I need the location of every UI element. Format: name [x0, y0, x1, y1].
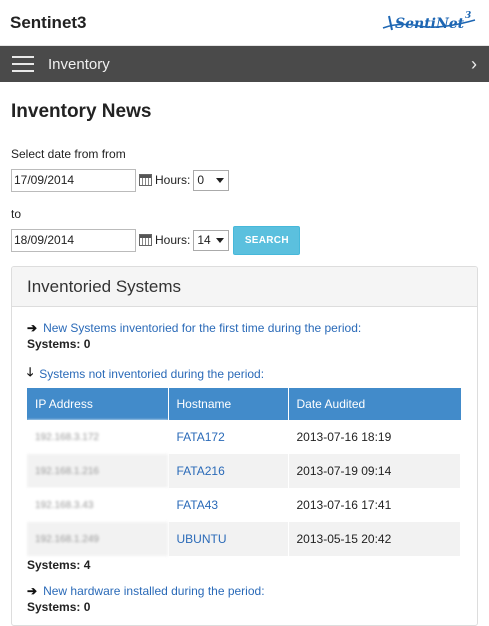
table-header-row: IP Address Hostname Date Audited	[27, 388, 461, 420]
hostname-link[interactable]: FATA172	[168, 420, 289, 454]
hostname-link[interactable]: UBUNTU	[168, 522, 289, 556]
page-title: Inventory News	[11, 101, 152, 122]
main-content: Inventory News Select date from from Hou…	[0, 101, 489, 626]
date-cell: 2013-07-16 18:19	[288, 420, 461, 454]
hostname-link[interactable]: FATA216	[168, 454, 289, 488]
not-inventoried-link[interactable]: 🡓 Systems not inventoried during the per…	[27, 363, 462, 384]
systems-table: IP Address Hostname Date Audited 192.168…	[27, 388, 461, 556]
new-systems-count: Systems: 0	[27, 337, 91, 351]
to-label: to	[11, 207, 22, 221]
new-hardware-link-text: New hardware installed during the period…	[43, 584, 265, 598]
date-cell: 2013-05-15 20:42	[288, 522, 461, 556]
arrow-down-icon: 🡓	[27, 365, 34, 379]
ip-cell: 192.168.1.216	[27, 454, 169, 488]
from-date-input[interactable]	[11, 168, 136, 192]
svg-text:SentiNet: SentiNet	[395, 16, 465, 32]
nav-bar: Inventory ›	[0, 46, 489, 82]
ip-cell: 192.168.3.172	[27, 420, 169, 454]
to-date-input[interactable]	[11, 228, 136, 252]
ip-cell: 192.168.3.43	[27, 488, 169, 522]
search-button[interactable]: SEARCH	[233, 225, 301, 255]
to-hours-select[interactable]: 14	[193, 229, 230, 251]
not-inventoried-link-text: Systems not inventoried during the perio…	[39, 366, 265, 381]
table-row: 192.168.1.216 FATA216 2013-07-19 09:14	[27, 454, 461, 488]
chevron-right-icon[interactable]: ›	[471, 54, 477, 75]
to-hours-value: 14	[197, 233, 211, 247]
hostname-link[interactable]: FATA43	[168, 488, 289, 522]
table-row: 192.168.3.43 FATA43 2013-07-16 17:41	[27, 488, 461, 522]
to-row: Hours: 14 SEARCH	[11, 225, 478, 255]
from-hours-label: Hours:	[155, 173, 191, 187]
arrow-right-icon: ➔	[27, 584, 38, 598]
top-bar: Sentinet3 SentiNet 3	[0, 0, 489, 46]
new-systems-link[interactable]: ➔ New Systems inventoried for the first …	[27, 321, 462, 335]
app-title: Sentinet3	[10, 12, 87, 32]
panel-title: Inventoried Systems	[12, 267, 477, 307]
sentinet-logo[interactable]: SentiNet 3	[379, 6, 479, 40]
sentinet-logo-graphic: SentiNet 3	[382, 11, 476, 32]
to-hours-label: Hours:	[155, 233, 191, 247]
ip-cell: 192.168.1.249	[27, 522, 169, 556]
dropdown-arrow-icon	[216, 237, 225, 243]
new-systems-link-text: New Systems inventoried for the first ti…	[43, 321, 362, 335]
from-row: Hours: 0	[11, 168, 478, 192]
from-label: Select date from from	[11, 147, 126, 161]
date-cell: 2013-07-19 09:14	[288, 454, 461, 488]
new-hardware-link[interactable]: ➔ New hardware installed during the peri…	[27, 584, 462, 598]
header-ip[interactable]: IP Address	[27, 388, 169, 420]
header-hostname[interactable]: Hostname	[168, 388, 289, 420]
arrow-right-icon: ➔	[27, 321, 38, 335]
header-date-audited[interactable]: Date Audited	[288, 388, 461, 420]
date-cell: 2013-07-16 17:41	[288, 488, 461, 522]
calendar-icon[interactable]	[139, 234, 152, 246]
new-hardware-count: Systems: 0	[27, 600, 91, 614]
calendar-icon[interactable]	[139, 174, 152, 186]
inventoried-systems-panel: Inventoried Systems ➔ New Systems invent…	[11, 266, 478, 626]
dropdown-arrow-icon	[216, 177, 225, 183]
nav-title: Inventory	[48, 55, 110, 73]
table-row: 192.168.3.172 FATA172 2013-07-16 18:19	[27, 420, 461, 454]
table-row: 192.168.1.249 UBUNTU 2013-05-15 20:42	[27, 522, 461, 556]
menu-icon[interactable]	[12, 56, 34, 72]
svg-text:3: 3	[465, 11, 471, 21]
not-inventoried-count: Systems: 4	[27, 558, 91, 572]
panel-body: ➔ New Systems inventoried for the first …	[12, 307, 477, 614]
from-hours-select[interactable]: 0	[193, 169, 230, 191]
from-hours-value: 0	[197, 173, 205, 187]
